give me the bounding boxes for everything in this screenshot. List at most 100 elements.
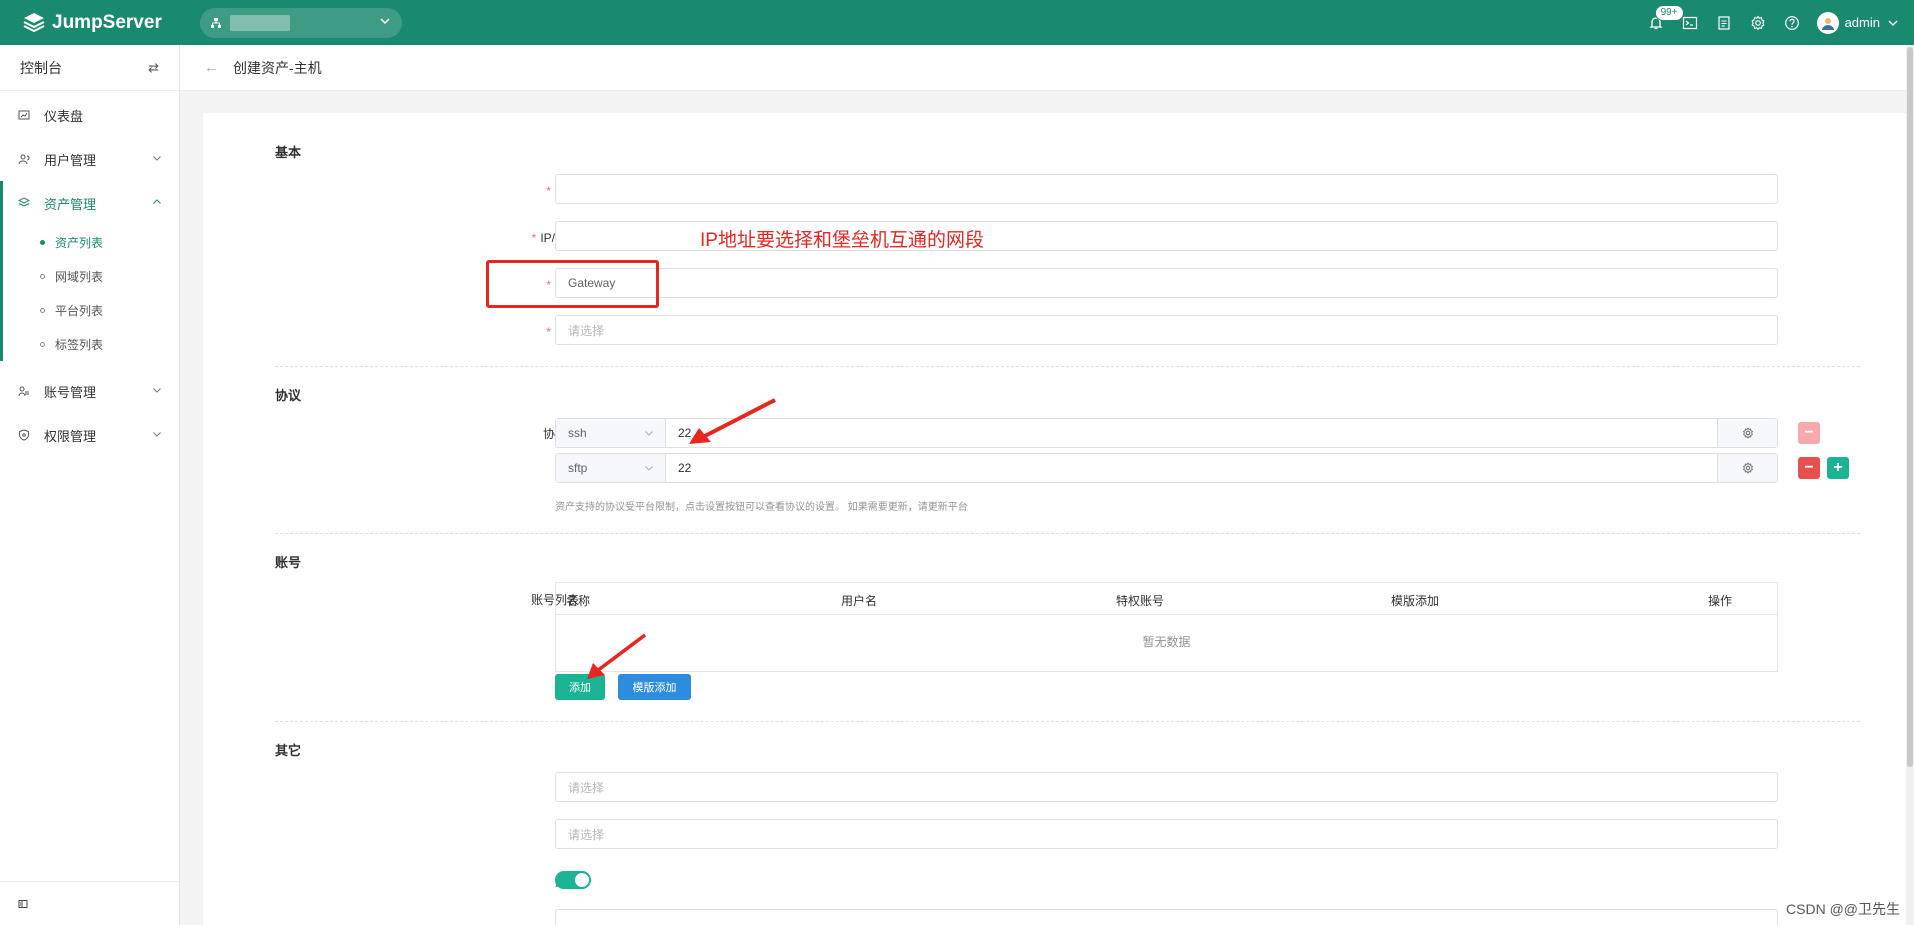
protocol-settings-button[interactable] xyxy=(1717,419,1777,447)
section-title-protocol: 协议 xyxy=(275,388,302,403)
page-title: 创建资产-主机 xyxy=(233,59,322,76)
protocol-help-text: 资产支持的协议受平台限制，点击设置按钮可以查看协议的设置。 如果需要更新，请更新… xyxy=(555,502,968,513)
chevron-up-icon xyxy=(151,196,163,211)
column-header-username: 用户名 xyxy=(841,594,878,608)
avatar xyxy=(1816,11,1839,34)
add-protocol-button[interactable]: + xyxy=(1827,457,1849,479)
sidebar-item-label: 仪表盘 xyxy=(44,108,84,124)
sidebar-item-label-list[interactable]: 标签列表 xyxy=(0,327,179,361)
organization-select[interactable] xyxy=(200,7,402,38)
section-divider xyxy=(275,366,1860,367)
sidebar-item-label: 权限管理 xyxy=(44,428,97,444)
labels-select[interactable]: 请选择 xyxy=(555,819,1778,849)
section-title-account: 账号 xyxy=(275,555,302,570)
app-name: JumpServer xyxy=(52,11,162,33)
chevron-down-icon xyxy=(380,17,390,24)
sidebar-header: 控制台 ⇄ xyxy=(0,45,179,91)
document-icon xyxy=(1717,15,1730,30)
gear-icon xyxy=(1742,462,1753,474)
sidebar-item-assets[interactable]: 资产管理 xyxy=(0,181,179,225)
annotation-arrow xyxy=(587,633,647,679)
settings-button[interactable] xyxy=(1741,8,1775,38)
sidebar-item-platform-list[interactable]: 平台列表 xyxy=(0,293,179,327)
active-toggle[interactable] xyxy=(555,871,591,889)
web-terminal-button[interactable] xyxy=(1673,8,1707,38)
platform-input[interactable]: Gateway xyxy=(555,268,1778,298)
remove-protocol-button-disabled: − xyxy=(1798,422,1820,444)
column-header-privileged: 特权账号 xyxy=(1116,594,1165,608)
dashboard-icon xyxy=(18,109,32,121)
protocol-name: ssh xyxy=(568,426,587,440)
sidebar-item-label: 平台列表 xyxy=(55,303,104,318)
jumpserver-logo-icon xyxy=(23,12,45,32)
name-input[interactable] xyxy=(555,174,1778,204)
gear-icon xyxy=(1742,427,1753,439)
account-table: 名称 用户名 特权账号 模版添加 操作 暂无数据 xyxy=(555,582,1778,672)
sidebar-item-label: 资产列表 xyxy=(55,235,104,250)
watermark: CSDN @@卫先生 xyxy=(1786,901,1900,917)
empty-text: 暂无数据 xyxy=(1142,635,1191,649)
bullet xyxy=(40,239,45,245)
section-divider xyxy=(275,721,1860,722)
asset-form-card: 基本 *名称 *IP/主机 *平台 Gateway *节点 请选择 协议 协议组… xyxy=(203,113,1911,925)
scrollbar-thumb[interactable] xyxy=(1907,47,1913,767)
users-icon xyxy=(18,153,32,165)
sidebar-item-label: 标签列表 xyxy=(55,337,104,352)
annotation-arrow xyxy=(689,398,776,444)
terminal-icon xyxy=(1682,16,1697,29)
shield-icon xyxy=(18,429,32,441)
sidebar-item-label: 资产管理 xyxy=(44,196,97,212)
node-select[interactable]: 请选择 xyxy=(555,315,1778,345)
sidebar-item-label: 账号管理 xyxy=(44,384,97,400)
assets-icon xyxy=(18,197,32,209)
tickets-button[interactable] xyxy=(1707,8,1741,38)
sidebar: 控制台 ⇄ 仪表盘 用户管理 资产管理 资产列表 网域列表 平台列表 标签列表 … xyxy=(0,45,180,925)
domain-select[interactable]: 请选择 xyxy=(555,772,1778,802)
column-header-template: 模版添加 xyxy=(1391,594,1440,608)
console-title: 控制台 xyxy=(20,59,62,76)
question-icon xyxy=(1784,15,1799,30)
protocol-settings-button[interactable] xyxy=(1717,454,1777,482)
chevron-down-icon xyxy=(151,428,163,443)
organization-name-redacted xyxy=(230,14,290,31)
notification-bell[interactable]: 99+ xyxy=(1639,4,1684,38)
port-input[interactable]: 22 xyxy=(666,454,1717,482)
accounts-icon xyxy=(18,385,32,397)
back-arrow-icon[interactable]: ← xyxy=(204,59,219,76)
protocol-select[interactable]: sftp xyxy=(556,454,666,482)
help-button[interactable] xyxy=(1775,8,1809,38)
sidebar-item-dashboard[interactable]: 仪表盘 xyxy=(0,93,179,137)
required-mark: * xyxy=(546,184,551,198)
top-navbar: JumpServer 99+ admin xyxy=(0,0,1914,45)
remove-protocol-button[interactable]: − xyxy=(1798,457,1820,479)
bullet xyxy=(40,341,45,347)
collapse-sidebar-button[interactable] xyxy=(0,881,179,925)
chevron-down-icon xyxy=(151,384,163,399)
section-title-basic: 基本 xyxy=(275,145,302,160)
bullet xyxy=(40,273,45,279)
bullet xyxy=(40,307,45,313)
column-header-name: 名称 xyxy=(566,594,591,608)
sidebar-item-label: 网域列表 xyxy=(55,269,104,284)
page-header: ← 创建资产-主机 xyxy=(180,45,1910,91)
comment-input[interactable] xyxy=(555,909,1778,925)
sidebar-item-accounts[interactable]: 账号管理 xyxy=(0,369,179,413)
gear-icon xyxy=(1751,15,1765,30)
sidebar-item-asset-list[interactable]: 资产列表 xyxy=(0,225,179,259)
port-input[interactable]: 22 xyxy=(666,419,1717,447)
protocol-name: sftp xyxy=(568,461,588,475)
sidebar-item-permissions[interactable]: 权限管理 xyxy=(0,413,179,457)
protocol-select[interactable]: ssh xyxy=(556,419,666,447)
protocol-row: sftp 22 xyxy=(555,453,1778,483)
user-menu[interactable]: admin xyxy=(1816,11,1900,34)
switch-view-icon[interactable]: ⇄ xyxy=(148,60,159,76)
column-header-actions: 操作 xyxy=(1708,594,1733,608)
page-scrollbar[interactable] xyxy=(1906,45,1914,925)
chevron-down-icon xyxy=(645,431,653,436)
sidebar-item-users[interactable]: 用户管理 xyxy=(0,137,179,181)
section-title-other: 其它 xyxy=(275,743,302,758)
assets-submenu: 资产列表 网域列表 平台列表 标签列表 xyxy=(0,181,179,361)
required-mark: * xyxy=(546,325,551,339)
sidebar-item-domain-list[interactable]: 网域列表 xyxy=(0,259,179,293)
logo[interactable]: JumpServer xyxy=(22,11,200,35)
